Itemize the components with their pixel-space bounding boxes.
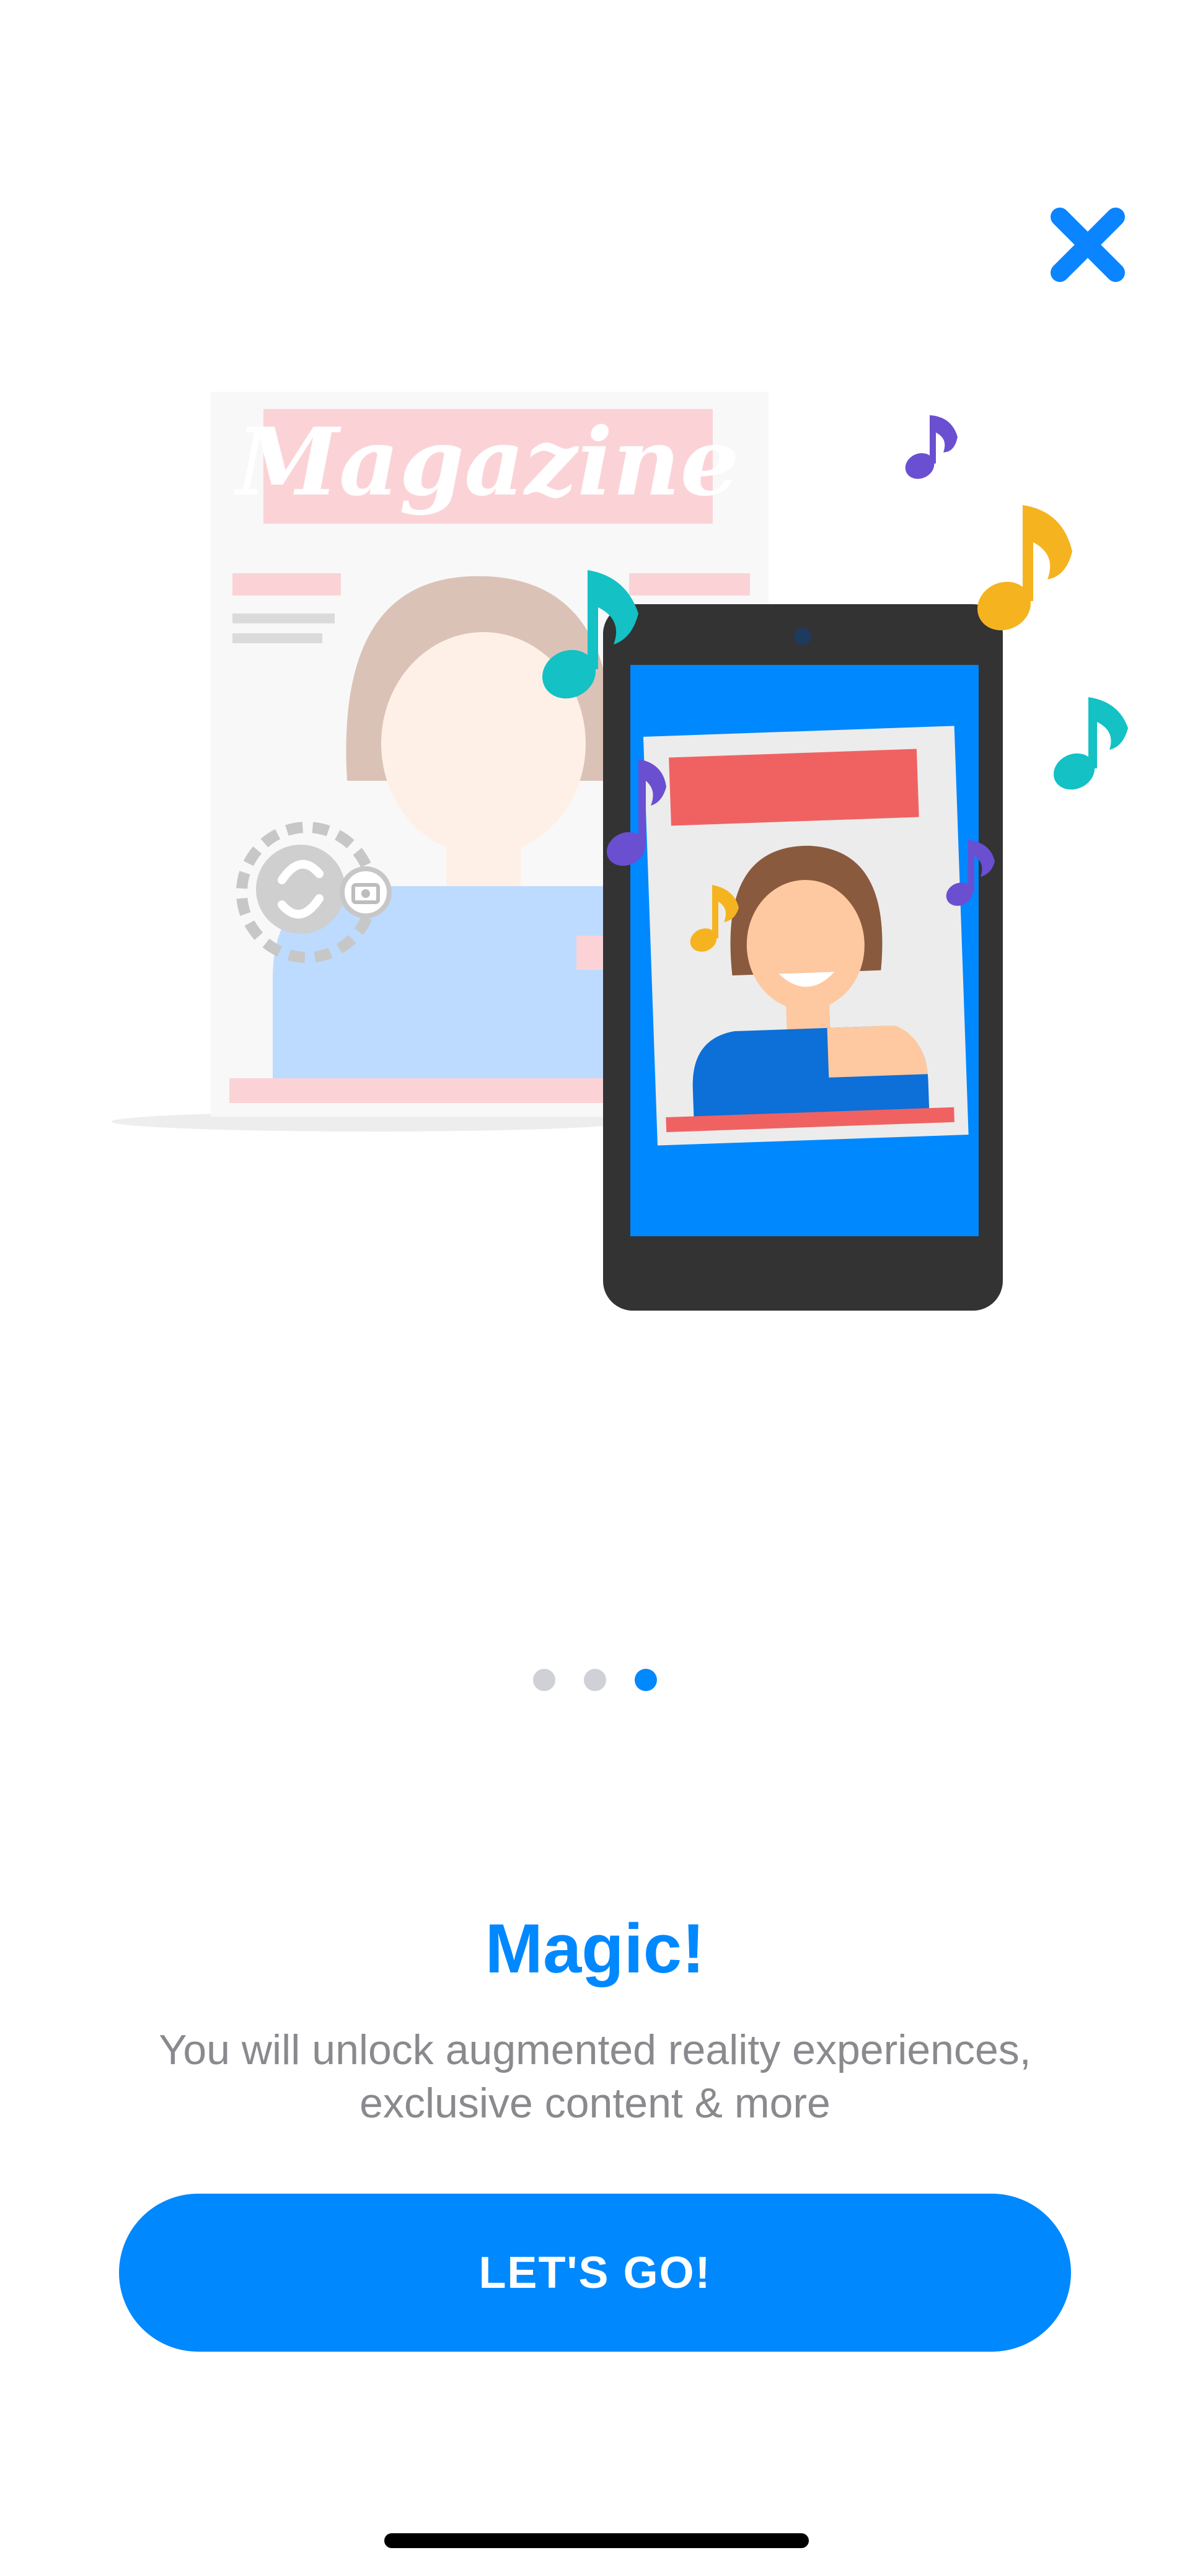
lets-go-button[interactable]: LET'S GO!: [119, 2194, 1071, 2352]
home-indicator[interactable]: [384, 2533, 809, 2548]
subtitle-line-1: You will unlock augmented reality experi…: [159, 2026, 1031, 2073]
page-subtitle: You will unlock augmented reality experi…: [99, 2023, 1091, 2130]
close-button[interactable]: [1047, 204, 1128, 285]
phone-illustration: [603, 604, 1003, 1311]
magazine-title: Magazine: [233, 408, 739, 517]
subtitle-line-2: exclusive content & more: [359, 2080, 831, 2127]
page-dot[interactable]: [533, 1669, 555, 1691]
page-title: Magic!: [485, 1910, 705, 1987]
onboarding-illustration: Magazine: [0, 347, 1190, 1314]
page-dot[interactable]: [584, 1669, 606, 1691]
close-icon: [1051, 208, 1125, 282]
page-dot-active[interactable]: [635, 1669, 657, 1691]
page-indicator: [0, 1669, 1190, 1694]
